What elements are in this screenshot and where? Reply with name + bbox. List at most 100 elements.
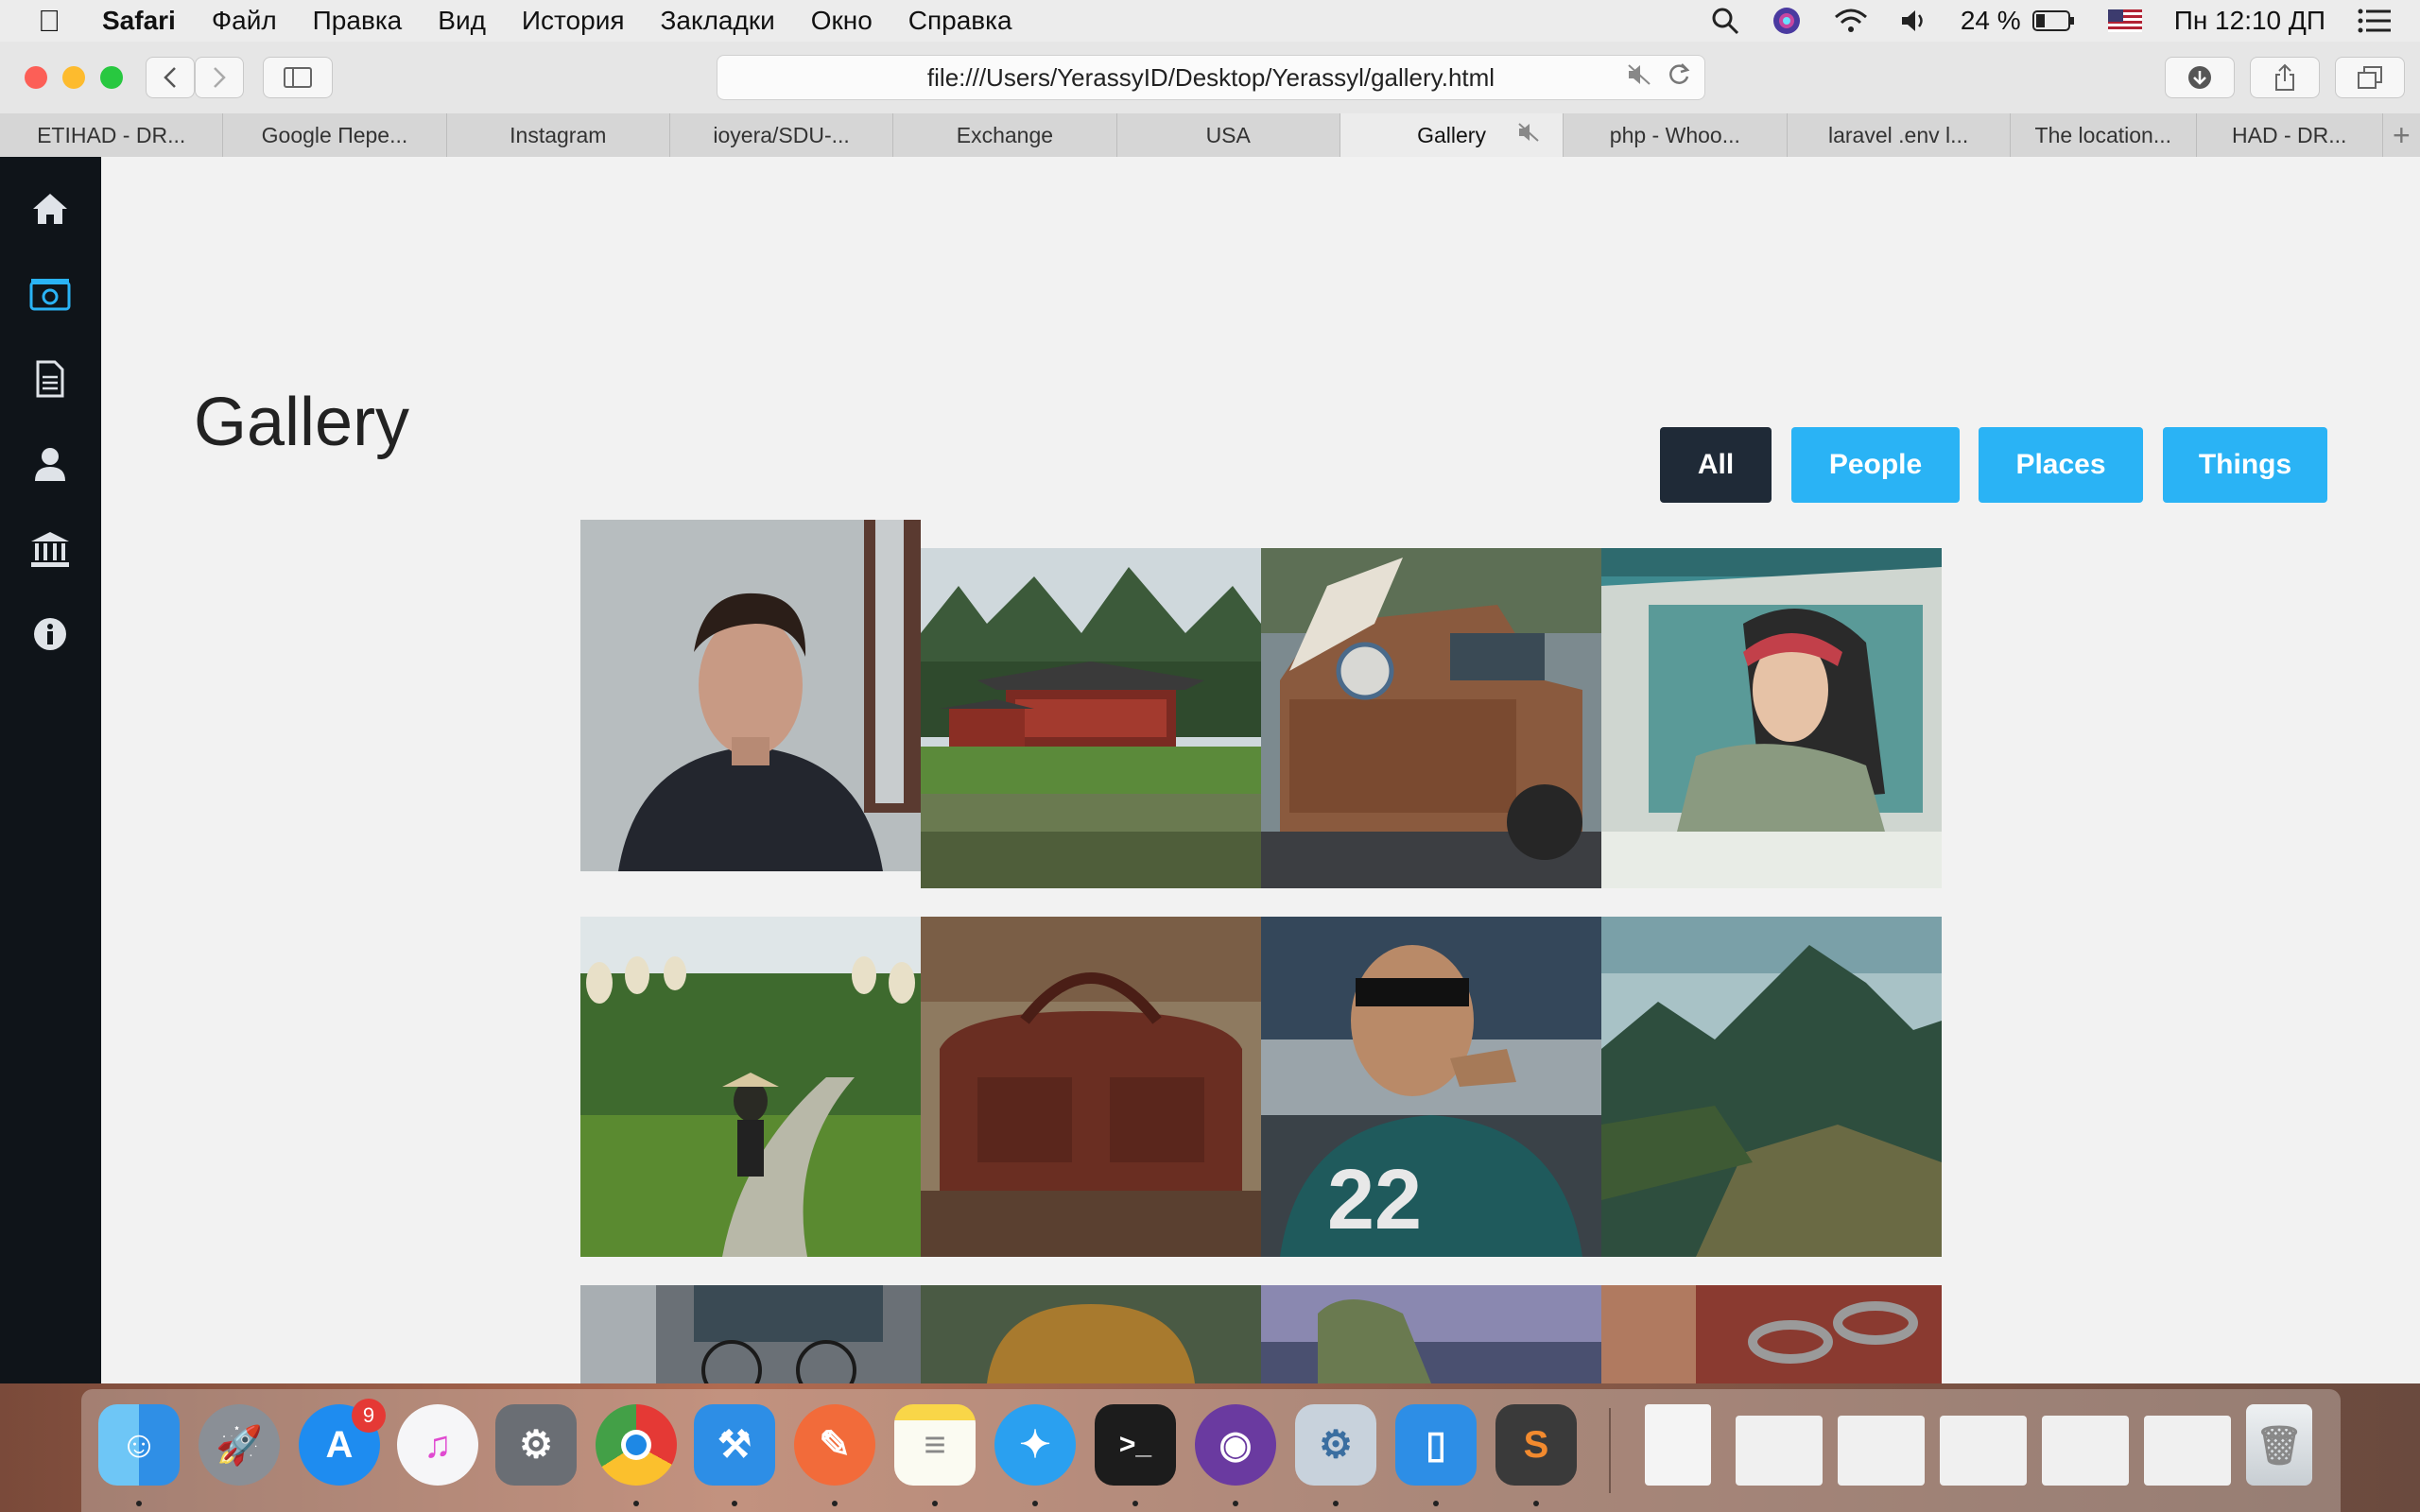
gallery-photo-portrait-man[interactable] (580, 520, 921, 871)
minimized-window-1[interactable] (1736, 1416, 1823, 1486)
utility-running-indicator (1333, 1501, 1339, 1506)
chrome-icon[interactable] (596, 1404, 677, 1486)
forward-button[interactable] (195, 57, 244, 98)
filter-all-button[interactable]: All (1660, 427, 1772, 503)
minimized-window-3[interactable] (1940, 1416, 2027, 1486)
close-window-button[interactable] (25, 66, 47, 89)
terminal-icon[interactable]: >_ (1095, 1404, 1176, 1486)
back-button[interactable] (146, 57, 195, 98)
github-desktop-icon[interactable]: ◉ (1195, 1404, 1276, 1486)
new-tab-button[interactable]: + (2383, 113, 2420, 157)
gallery-photo-chain[interactable] (1601, 1285, 1942, 1383)
siri-icon[interactable] (1772, 6, 1802, 36)
filter-things-button[interactable]: Things (2163, 427, 2327, 503)
gallery-photo-temple[interactable] (921, 548, 1261, 888)
share-button[interactable] (2250, 57, 2320, 98)
system-preferences-icon[interactable]: ⚙ (495, 1404, 577, 1486)
home-icon[interactable] (26, 185, 74, 232)
sidebar-icon (284, 67, 312, 88)
menu-bookmarks[interactable]: Закладки (661, 6, 775, 36)
launchpad-icon[interactable]: 🚀 (199, 1404, 280, 1486)
gallery-photo-rusty-truck[interactable] (1261, 548, 1601, 888)
tab-php[interactable]: php - Whoo... (1564, 113, 1788, 157)
postman-icon[interactable]: ✎ (794, 1404, 875, 1486)
minimized-window-2[interactable] (1838, 1416, 1925, 1486)
gallery-photo-man-smoking[interactable]: 22 (1261, 917, 1601, 1257)
mute-tab-icon[interactable] (1627, 63, 1651, 93)
filter-people-button[interactable]: People (1791, 427, 1960, 503)
menu-file[interactable]: Файл (212, 6, 277, 36)
gallery-photo-gargoyle[interactable] (1261, 1285, 1601, 1383)
volume-icon[interactable] (1900, 8, 1928, 34)
tab-usa[interactable]: USA (1117, 113, 1340, 157)
tab-ioyera[interactable]: ioyera/SDU-... (670, 113, 894, 157)
tab-location[interactable]: The location... (2011, 113, 2197, 157)
safari-icon[interactable]: ✦ (994, 1404, 1076, 1486)
menu-help[interactable]: Справка (908, 6, 1012, 36)
finder-running-indicator (136, 1501, 142, 1506)
sidebar-toggle-button[interactable] (263, 57, 333, 98)
tab-overview-button[interactable] (2335, 57, 2405, 98)
address-bar[interactable]: file:///Users/YerassyID/Desktop/Yerassyl… (717, 55, 1705, 100)
menu-edit[interactable]: Правка (313, 6, 403, 36)
tab-etihad-2[interactable]: HAD - DR... (2197, 113, 2383, 157)
menu-history[interactable]: История (522, 6, 625, 36)
tab-mute-icon[interactable] (1517, 122, 1540, 148)
user-icon[interactable] (26, 440, 74, 488)
document-stack-icon[interactable] (1645, 1404, 1711, 1486)
document-icon[interactable] (26, 355, 74, 403)
share-icon (2275, 63, 2294, 91)
xcode-running-indicator (732, 1501, 737, 1506)
gallery-photo-lantern-path[interactable] (580, 917, 921, 1257)
minimize-window-button[interactable] (62, 66, 85, 89)
menu-app-name[interactable]: Safari (102, 6, 176, 36)
gallery-photo-woman-in-car[interactable] (1601, 548, 1942, 888)
battery-icon[interactable] (2031, 9, 2076, 32)
xcode-icon[interactable]: ⚒ (694, 1404, 775, 1486)
trash-icon[interactable]: 🗑 (2246, 1404, 2312, 1486)
notes-icon[interactable]: ≡ (894, 1404, 976, 1486)
page-title: Gallery (194, 385, 410, 460)
zoom-window-button[interactable] (100, 66, 123, 89)
gallery-icon[interactable] (26, 270, 74, 318)
tab-google-translate[interactable]: Google Пере... (223, 113, 447, 157)
gallery-photo-beanie[interactable] (921, 1285, 1261, 1383)
downloads-button[interactable] (2165, 57, 2235, 98)
sublime-text-icon[interactable]: S (1495, 1404, 1577, 1486)
info-icon[interactable] (26, 610, 74, 658)
chevron-left-icon (164, 67, 176, 88)
bank-icon[interactable] (26, 525, 74, 573)
menubar:  Safari Файл Правка Вид История Закладк… (0, 0, 2420, 42)
menu-window[interactable]: Окно (811, 6, 873, 36)
gallery-photo-leather-bag[interactable] (921, 917, 1261, 1257)
dock-separator (1609, 1408, 1611, 1493)
tab-instagram[interactable]: Instagram (447, 113, 670, 157)
tab-exchange[interactable]: Exchange (893, 113, 1117, 157)
postman-running-indicator (832, 1501, 838, 1506)
finder-icon[interactable]: ☺ (98, 1404, 180, 1486)
menu-view[interactable]: Вид (438, 6, 486, 36)
tab-laravel[interactable]: laravel .env l... (1788, 113, 2011, 157)
wifi-icon[interactable] (1834, 8, 1868, 34)
tab-etihad[interactable]: ETIHAD - DR... (0, 113, 224, 157)
us-flag-icon[interactable] (2107, 9, 2142, 32)
browser-toolbar: file:///Users/YerassyID/Desktop/Yerassyl… (0, 42, 2420, 114)
directory-utility-icon[interactable]: ⚙ (1295, 1404, 1376, 1486)
gallery-photo-machu-picchu[interactable] (1601, 917, 1942, 1257)
itunes-icon[interactable]: ♫ (397, 1404, 478, 1486)
url-text: file:///Users/YerassyID/Desktop/Yerassyl… (926, 62, 1495, 92)
spotlight-icon[interactable] (1711, 7, 1739, 35)
filter-places-button[interactable]: Places (1979, 427, 2143, 503)
minimized-window-4[interactable] (2042, 1416, 2129, 1486)
reload-icon[interactable] (1667, 61, 1691, 94)
tab-gallery[interactable]: Gallery (1340, 113, 1564, 157)
gallery-page: Gallery All People Places Things 22 (101, 157, 2420, 1383)
minimized-window-5[interactable] (2144, 1416, 2231, 1486)
simulator-icon[interactable]: ▯ (1395, 1404, 1477, 1486)
clock[interactable]: Пн 12:10 ДП (2174, 6, 2325, 36)
apple-menu-icon[interactable]:  (38, 4, 76, 39)
gallery-photo-bicycles[interactable] (580, 1285, 921, 1383)
notification-center-icon[interactable] (2358, 9, 2392, 33)
chrome-running-indicator (633, 1501, 639, 1506)
github-running-indicator (1233, 1501, 1238, 1506)
